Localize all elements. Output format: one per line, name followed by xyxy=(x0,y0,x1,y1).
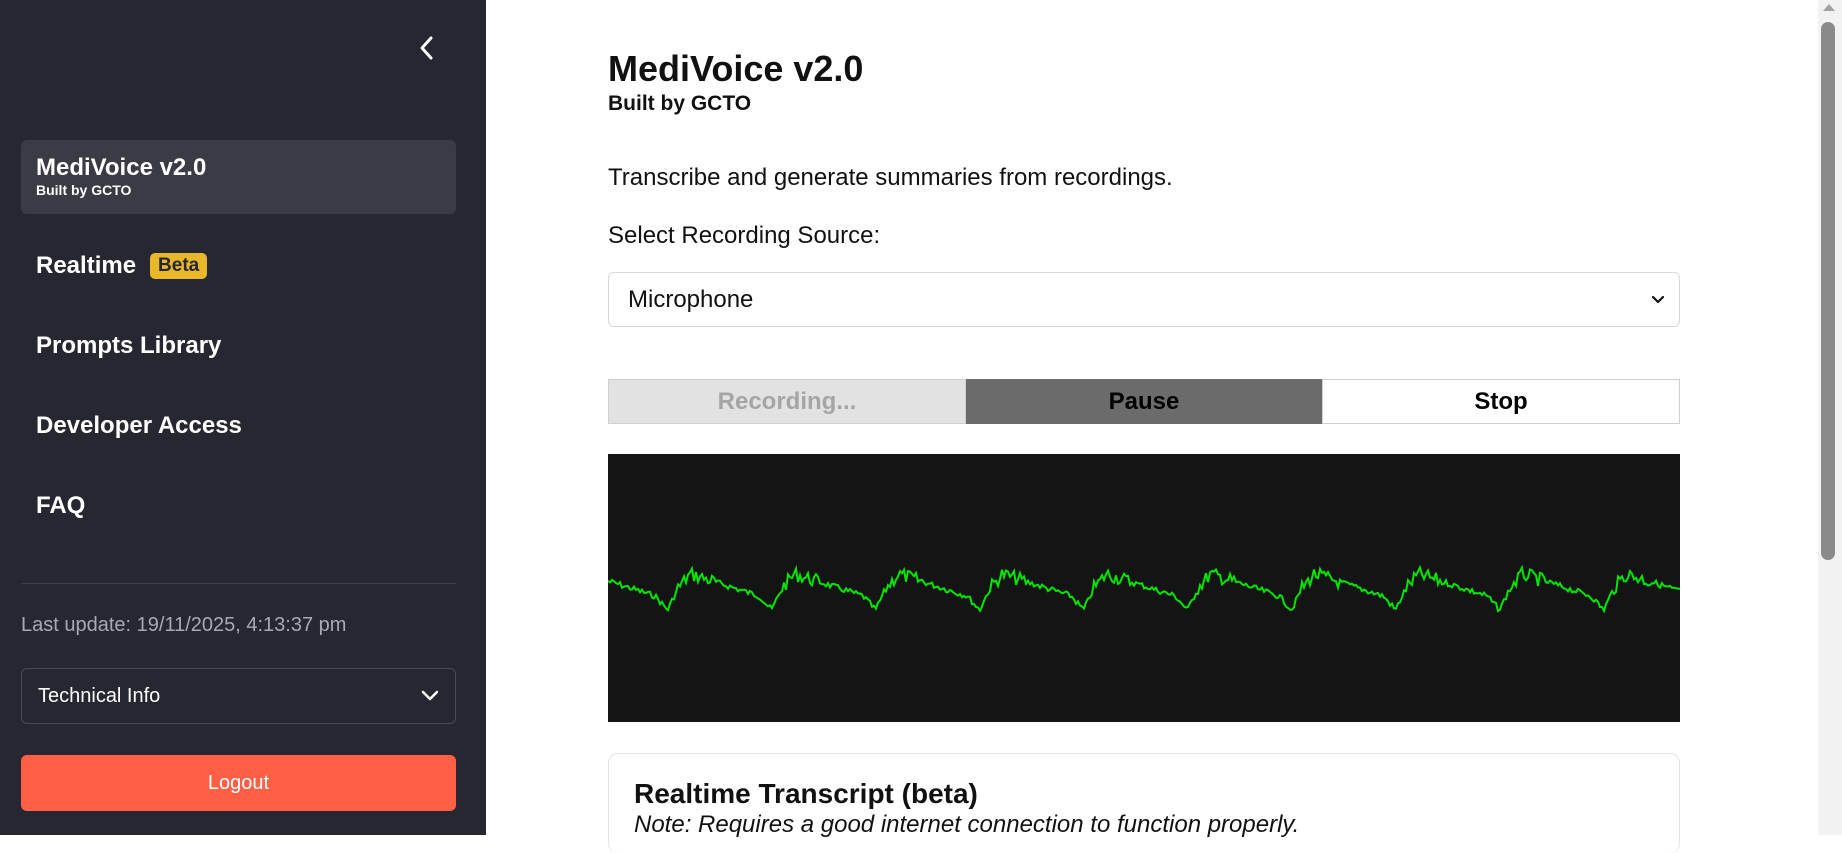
waveform-line xyxy=(607,564,1681,614)
sidebar-item-label: Developer Access xyxy=(36,412,242,439)
transcript-note: Note: Requires a good internet connectio… xyxy=(634,811,1300,838)
page-description: Transcribe and generate summaries from r… xyxy=(608,164,1173,191)
sidebar: MediVoice v2.0 Built by GCTO Realtime Be… xyxy=(0,0,486,835)
sidebar-item-label: Prompts Library xyxy=(36,332,222,359)
stop-button[interactable]: Stop xyxy=(1322,379,1680,424)
sidebar-item-faq[interactable]: FAQ xyxy=(36,486,85,526)
technical-info-label: Technical Info xyxy=(38,684,161,707)
page-subtitle: Built by GCTO xyxy=(608,92,752,115)
pause-button[interactable]: Pause xyxy=(966,379,1322,424)
sidebar-item-prompts-library[interactable]: Prompts Library xyxy=(36,326,221,366)
brand-card[interactable]: MediVoice v2.0 Built by GCTO xyxy=(21,140,456,214)
recording-source-select[interactable]: Microphone xyxy=(608,272,1680,327)
recording-source-value: Microphone xyxy=(628,285,754,313)
transcript-title: Realtime Transcript (beta) xyxy=(634,778,978,809)
brand-title: MediVoice v2.0 xyxy=(36,154,207,181)
sidebar-item-label: Realtime xyxy=(36,252,137,279)
chevron-down-icon xyxy=(1651,295,1665,303)
technical-info-dropdown[interactable]: Technical Info xyxy=(21,668,456,724)
sidebar-item-label: FAQ xyxy=(36,492,86,519)
chevron-left-icon xyxy=(420,36,433,60)
page-title: MediVoice v2.0 xyxy=(608,48,864,89)
audio-waveform xyxy=(607,454,1681,722)
sidebar-item-developer-access[interactable]: Developer Access xyxy=(36,406,242,446)
beta-badge: Beta xyxy=(150,253,208,279)
scroll-up-icon[interactable] xyxy=(1823,4,1835,11)
last-update-text: Last update: 19/11/2025, 4:13:37 pm xyxy=(21,614,347,636)
waveform-graphic xyxy=(607,564,1681,614)
sidebar-divider xyxy=(21,583,456,584)
recording-controls: Recording... Pause Stop xyxy=(608,379,1680,424)
recording-source-label: Select Recording Source: xyxy=(608,222,881,249)
sidebar-item-realtime[interactable]: Realtime Beta xyxy=(36,246,208,286)
scrollbar-thumb[interactable] xyxy=(1821,22,1835,560)
chevron-down-icon xyxy=(421,690,439,701)
collapse-sidebar-button[interactable] xyxy=(408,30,444,66)
realtime-transcript-card: Realtime Transcript (beta) Note: Require… xyxy=(608,753,1680,853)
recording-button[interactable]: Recording... xyxy=(608,379,966,424)
logout-button[interactable]: Logout xyxy=(21,755,456,811)
brand-subtitle: Built by GCTO xyxy=(36,182,132,198)
